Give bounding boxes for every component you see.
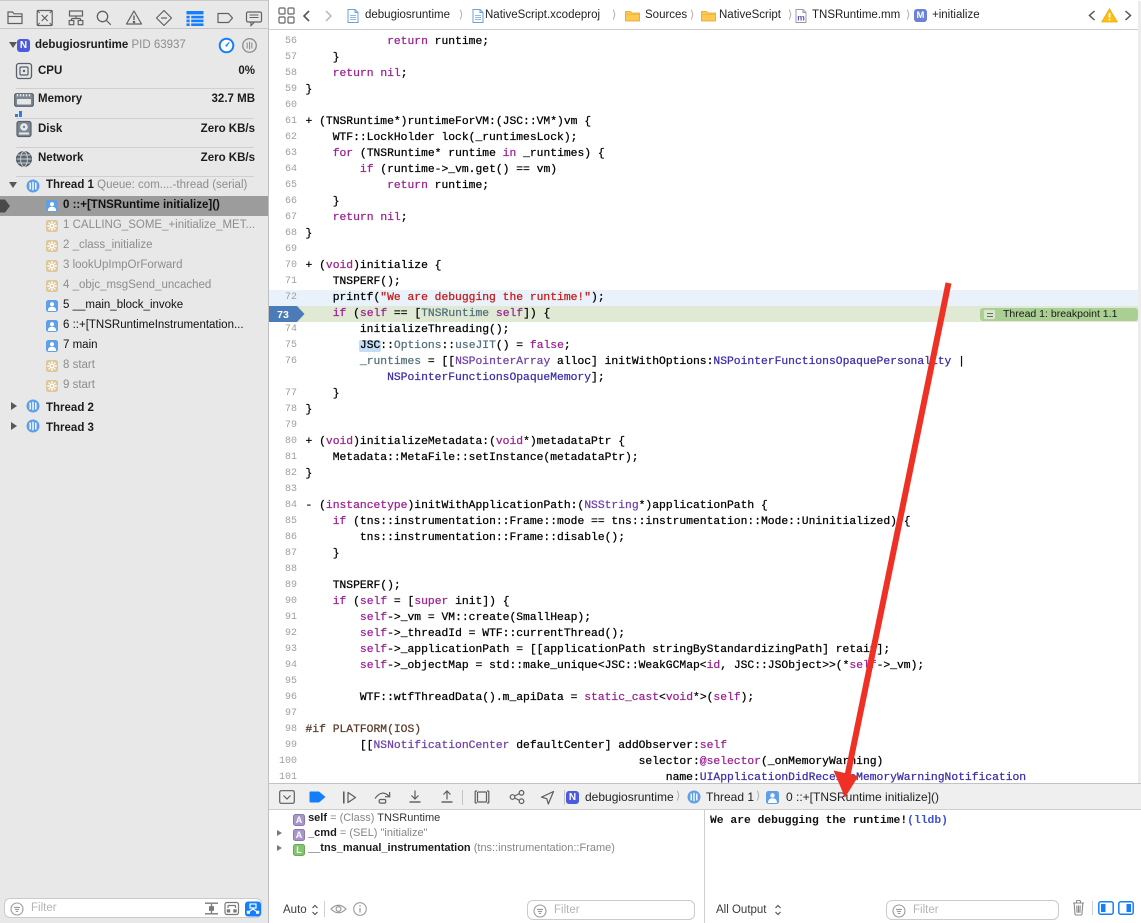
svg-text:m: m (797, 13, 805, 23)
svg-text:73: 73 (277, 309, 289, 321)
